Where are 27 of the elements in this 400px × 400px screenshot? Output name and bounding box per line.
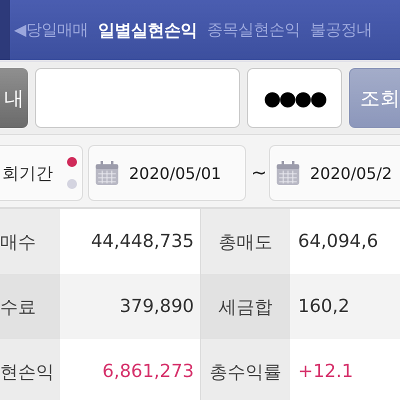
value-cell: 44,448,735 [60, 209, 200, 274]
label-cell: 수료 [0, 274, 60, 339]
tab[interactable]: 일별실현손익 [94, 18, 201, 42]
label-cell: 총수익률 [200, 339, 290, 400]
account-button[interactable]: 내 [0, 68, 28, 128]
date-separator: ~ [251, 162, 264, 184]
tab[interactable]: 종목실현손익 [202, 20, 304, 40]
side-panel-edge [0, 0, 10, 60]
tab[interactable]: ◀당일매매 [10, 20, 92, 40]
calendar-icon [276, 160, 300, 186]
start-date-field[interactable]: 2020/05/01 [88, 145, 246, 201]
account-field[interactable] [35, 68, 240, 128]
password-field[interactable]: ●●●● [247, 68, 342, 128]
query-button[interactable]: 조회 [349, 68, 400, 128]
label-cell: 총매도 [200, 209, 290, 274]
calendar-icon [95, 160, 119, 186]
tab[interactable]: 불공정내 [306, 20, 376, 40]
end-date-field[interactable]: 2020/05/2 [269, 145, 400, 201]
value-cell: +12.1 [290, 339, 400, 400]
value-cell: 64,094,6 [290, 209, 400, 274]
page-dot[interactable] [67, 157, 77, 167]
label-cell: 현손익 [0, 339, 60, 400]
label-cell: 세금합 [200, 274, 290, 339]
value-cell: 6,861,273 [60, 339, 200, 400]
period-label: 회기간 [2, 162, 53, 184]
page-dot[interactable] [67, 179, 77, 189]
label-cell: 매수 [0, 209, 60, 274]
